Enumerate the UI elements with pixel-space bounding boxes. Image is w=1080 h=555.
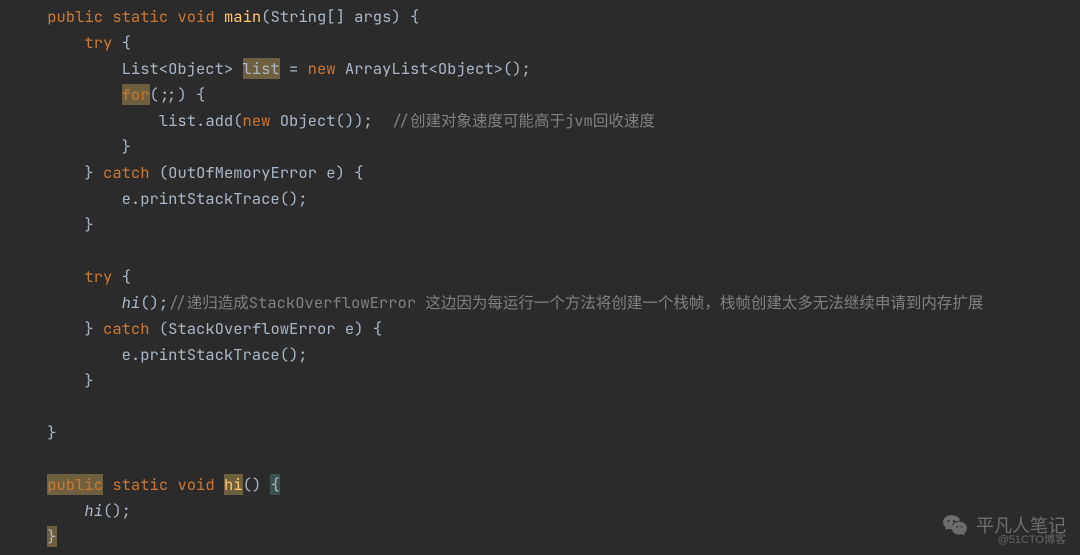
line: List<Object> list = new ArrayList<Object… [10, 58, 531, 79]
code-block: public static void main(String[] args) {… [0, 0, 1080, 550]
brace-close: } [84, 370, 93, 391]
call-hi-tail: (); [140, 292, 168, 313]
assign: = [280, 58, 308, 79]
method-hi: hi [224, 474, 243, 495]
line: } [10, 526, 57, 547]
comment-1: //创建对象速度可能高于jvm回收速度 [373, 110, 655, 131]
line: e.printStackTrace(); [10, 188, 308, 209]
keyword-for: for [122, 84, 150, 105]
brace-open: { [112, 32, 131, 53]
call-hi: hi [122, 292, 141, 313]
line: } catch (StackOverflowError e) { [10, 318, 382, 339]
keyword-void: void [177, 6, 214, 27]
brace-close: } [47, 422, 56, 443]
final-brace: } [47, 526, 56, 547]
blank-line [10, 448, 19, 469]
keyword-void: void [177, 474, 214, 495]
hi-sig-open: () [243, 474, 271, 495]
keyword-new: new [308, 58, 336, 79]
keyword-public: public [47, 6, 103, 27]
keyword-static: static [112, 6, 168, 27]
type-list: List<Object> [122, 58, 234, 79]
line: } [10, 136, 131, 157]
brace-close: } [122, 136, 131, 157]
blank-line [10, 240, 19, 261]
catch2-sig: (StackOverflowError e) { [150, 318, 383, 339]
brace-close: } [84, 318, 93, 339]
type-object: Object()); [280, 110, 373, 131]
call-hi-2-tail: (); [103, 500, 131, 521]
line: e.printStackTrace(); [10, 344, 308, 365]
method-main: main [224, 6, 261, 27]
line: list.add(new Object()); //创建对象速度可能高于jvm回… [10, 110, 655, 131]
keyword-catch: catch [103, 318, 150, 339]
line: } [10, 422, 57, 443]
attribution-text: @51CTO博客 [998, 527, 1066, 553]
line: } catch (OutOfMemoryError e) { [10, 162, 363, 183]
wechat-icon [942, 513, 968, 539]
line: hi(); [10, 500, 131, 521]
brace-open: { [112, 266, 131, 287]
hi-sig-brace: { [270, 474, 279, 495]
keyword-static: static [112, 474, 168, 495]
line: try { [10, 32, 131, 53]
keyword-catch: catch [103, 162, 150, 183]
keyword-try: try [84, 32, 112, 53]
line: } [10, 370, 94, 391]
for-head: (;;) { [150, 84, 206, 105]
line: } [10, 214, 94, 235]
main-params: (String[] args) { [261, 6, 419, 27]
keyword-new: new [243, 110, 271, 131]
line: hi();//递归造成StackOverflowError 这边因为每运行一个方… [10, 292, 983, 313]
line: try { [10, 266, 131, 287]
var-list: list [243, 58, 280, 79]
keyword-public: public [47, 474, 103, 495]
type-arraylist: ArrayList<Object>(); [345, 58, 531, 79]
catch1-sig: (OutOfMemoryError e) { [150, 162, 364, 183]
brace-close: } [84, 162, 93, 183]
line: public static void hi() { [10, 474, 280, 495]
line: for(;;) { [10, 84, 205, 105]
comment-2: //递归造成StackOverflowError 这边因为每运行一个方法将创建一… [168, 292, 983, 313]
brace-close: } [84, 214, 93, 235]
print-stack-trace: e.printStackTrace(); [122, 188, 308, 209]
call-hi-2: hi [84, 500, 103, 521]
line: public static void main(String[] args) { [10, 6, 419, 27]
list-add-call: list.add( [159, 110, 243, 131]
blank-line [10, 396, 19, 417]
print-stack-trace: e.printStackTrace(); [122, 344, 308, 365]
keyword-try: try [84, 266, 112, 287]
